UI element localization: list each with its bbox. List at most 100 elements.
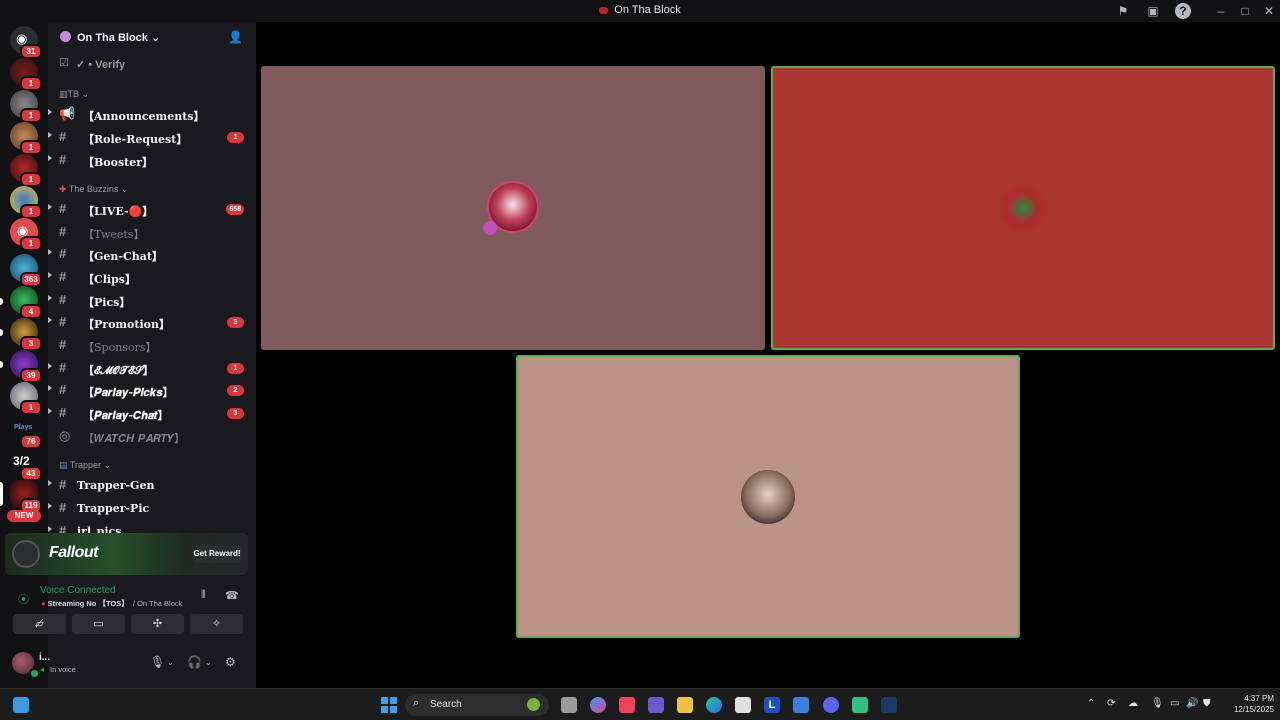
channel-booster[interactable]: # 【Booster】 xyxy=(48,150,256,170)
channel-verify[interactable]: ☑ ✓ • Verify xyxy=(48,54,256,74)
category-the-buzzins[interactable]: ✚ The Buzzins ⌄ xyxy=(59,184,128,195)
channel-announcements[interactable]: 📢 【Announcements】 xyxy=(48,104,256,124)
server-icon-on-tha-block[interactable]: 119 xyxy=(10,480,42,513)
server-icon[interactable]: 3 xyxy=(10,318,42,351)
participant-tile-speaking[interactable] xyxy=(516,355,1020,638)
server-icon[interactable]: 1 xyxy=(10,382,42,415)
server-icon[interactable]: 1 xyxy=(10,58,42,91)
channel-promotion[interactable]: # 【Promotion】 3 xyxy=(48,312,256,332)
participant-avatar[interactable] xyxy=(741,470,795,524)
username[interactable]: i... xyxy=(39,652,50,663)
channel-parlay-chat[interactable]: # 【𝑷𝒂𝒓𝒍𝒂𝒚-𝑪𝒉𝒂𝒕】 3 xyxy=(48,403,256,423)
minimize-button[interactable]: – xyxy=(1213,3,1229,19)
server-name[interactable]: On Tha Block ⌄ xyxy=(77,31,160,44)
chevron-up-icon[interactable]: ⌃ xyxy=(1087,698,1095,709)
taskbar-search[interactable]: ⌕ Search xyxy=(405,694,549,716)
category-trapper[interactable]: ▤ Trapper ⌄ xyxy=(59,460,111,471)
system-clock[interactable]: 4:37 PM 12/15/2025 xyxy=(1222,693,1274,715)
voice-connected-label[interactable]: Voice Connected xyxy=(40,585,116,596)
participant-tile[interactable] xyxy=(261,66,765,350)
headphones-icon[interactable]: 🎧 xyxy=(187,655,202,669)
steam-icon[interactable] xyxy=(881,697,897,713)
channel-gen-chat[interactable]: # 【Gen-Chat】 xyxy=(48,244,256,264)
signal-icon[interactable]: ⦿ xyxy=(18,591,29,607)
server-badge: 1 xyxy=(20,76,42,91)
discord-taskbar-icon[interactable] xyxy=(823,697,839,713)
file-explorer-icon[interactable] xyxy=(677,697,693,713)
chevron-right-icon xyxy=(48,317,52,323)
checkbox-icon: ☑ xyxy=(59,57,69,69)
screen-share-icon: ▭ xyxy=(93,618,104,630)
music-icon[interactable] xyxy=(619,697,635,713)
channel-trapper-pic[interactable]: # Trapper-Pic xyxy=(48,498,256,518)
noise-suppression-icon[interactable]: ⦀ xyxy=(201,589,206,602)
server-icon[interactable]: Plays 76 xyxy=(10,416,42,449)
soundboard-button[interactable]: ✧ xyxy=(190,614,243,634)
channel-trapper-gen[interactable]: # Trapper-Gen xyxy=(48,475,256,495)
server-icon[interactable]: 1 xyxy=(10,186,42,219)
channel-watch-party[interactable]: ◎ 【𝑾𝑨𝑻𝑪𝑯 𝑷𝑨𝑹𝑻𝒀】 xyxy=(48,426,256,446)
direct-messages-button[interactable]: ◉ 31 xyxy=(10,26,42,59)
server-icon[interactable]: 4 xyxy=(10,286,42,319)
microphone-icon[interactable]: 🎙 xyxy=(150,655,165,669)
channel-role-request[interactable]: # 【Role-Request】 1 xyxy=(48,127,256,147)
disconnect-icon[interactable]: ☎ xyxy=(225,589,239,602)
maximize-button[interactable]: □ xyxy=(1237,3,1253,19)
chevron-right-icon xyxy=(48,272,52,278)
channel-pics[interactable]: # 【Pics】 xyxy=(48,290,256,310)
sync-icon[interactable]: ⟳ xyxy=(1107,698,1115,709)
channel-parlay-picks[interactable]: # 【𝑷𝒂𝒓𝒍𝒂𝒚-𝑷𝒊𝒄𝒌𝒔】 2 xyxy=(48,380,256,400)
microphone-tray-icon[interactable]: 🎙 xyxy=(1151,698,1164,709)
inbox-icon[interactable]: ▣ xyxy=(1145,3,1161,19)
mention-badge: 3 xyxy=(227,317,244,328)
help-icon[interactable]: ? xyxy=(1175,3,1191,19)
channel-clips[interactable]: # 【Clips】 xyxy=(48,267,256,287)
app-icon[interactable] xyxy=(793,697,809,713)
server-icon[interactable]: 1 xyxy=(10,154,42,187)
chevron-down-icon[interactable]: ⌄ xyxy=(167,658,174,667)
channel-sponsors[interactable]: # 【Sponsors】 xyxy=(48,335,256,355)
channel-emotes[interactable]: # 【𝓔𝓜𝓞𝓣𝓔𝓢】 1 xyxy=(48,358,256,378)
edge-icon[interactable] xyxy=(706,697,722,713)
server-icon[interactable]: 3/2 43 xyxy=(10,448,42,481)
battery-icon[interactable]: ⛊ xyxy=(1203,698,1211,709)
teams-icon[interactable] xyxy=(648,697,664,713)
participant-avatar[interactable] xyxy=(999,183,1047,233)
hash-icon: # xyxy=(59,314,67,329)
clock-date: 12/15/2025 xyxy=(1233,705,1274,714)
app-l-icon[interactable]: L xyxy=(764,697,780,713)
invite-people-icon[interactable]: 👤 xyxy=(228,30,243,44)
channel-live[interactable]: # 【LIVE-🔴】 658 xyxy=(48,199,256,219)
app-icon[interactable] xyxy=(852,697,868,713)
server-header[interactable]: On Tha Block ⌄ 👤 xyxy=(48,22,256,54)
category-tb[interactable]: ▥TB ⌄ xyxy=(59,89,89,100)
copilot-icon[interactable] xyxy=(590,697,606,713)
quest-promo-banner[interactable]: Fallout Get Reward! xyxy=(5,533,248,575)
start-button[interactable] xyxy=(381,697,397,713)
volume-icon[interactable]: 🔊 xyxy=(1186,698,1198,709)
server-icon[interactable]: 1 xyxy=(10,90,42,123)
server-icon[interactable]: 1 xyxy=(10,122,42,155)
server-icon[interactable]: 363 xyxy=(10,254,42,287)
chevron-right-icon xyxy=(48,204,52,210)
server-icon[interactable]: 39 xyxy=(10,350,42,383)
close-button[interactable]: ✕ xyxy=(1261,3,1277,19)
channel-tweets[interactable]: # 【Tweets】 xyxy=(48,222,256,242)
network-icon[interactable]: ▭ xyxy=(1170,698,1179,709)
activities-button[interactable]: ✣ xyxy=(131,614,184,634)
search-icon: ⌕ xyxy=(413,697,420,709)
flag-icon[interactable]: ⚑ xyxy=(1115,3,1131,19)
hash-icon: # xyxy=(59,360,67,375)
chevron-down-icon[interactable]: ⌄ xyxy=(205,658,212,667)
screen-share-button[interactable]: ▭ xyxy=(72,614,125,634)
store-icon[interactable] xyxy=(735,697,751,713)
settings-gear-icon[interactable]: ⚙ xyxy=(225,655,236,669)
search-highlight-icon xyxy=(527,698,540,711)
participant-tile-speaking[interactable] xyxy=(771,66,1275,350)
widgets-icon[interactable] xyxy=(13,697,29,713)
camera-off-button[interactable]: ▱̸ xyxy=(13,614,66,634)
onedrive-icon[interactable]: ☁ xyxy=(1128,698,1138,709)
task-view-icon[interactable] xyxy=(561,697,577,713)
server-icon[interactable]: ◉ 1 xyxy=(10,218,42,251)
get-reward-button[interactable]: Get Reward! xyxy=(192,545,242,563)
